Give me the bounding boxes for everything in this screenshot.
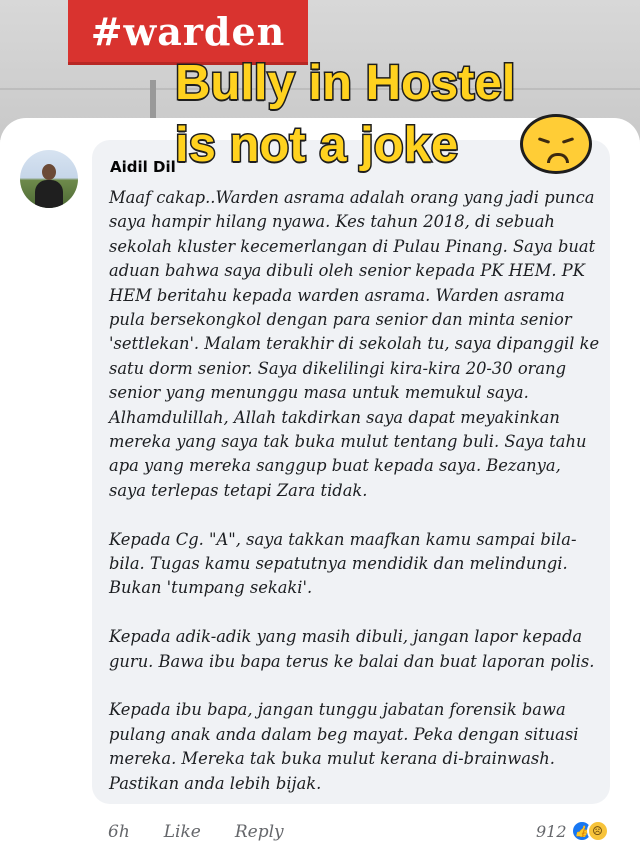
like-button[interactable]: Like <box>164 822 201 842</box>
reaction-count: 912 <box>536 821 567 841</box>
comment-paragraph: Kepada adik-adik yang masih dibuli, jang… <box>109 627 595 671</box>
comment-timestamp: 6h <box>108 822 130 842</box>
emoji-eye-left <box>537 137 551 144</box>
comment-paragraph: Kepada Cg. "A", saya takkan maafkan kamu… <box>109 529 577 598</box>
reaction-summary[interactable]: 912 👍 ☹ <box>536 820 609 842</box>
comment-actions: 6h Like Reply <box>108 822 284 842</box>
avatar-torso <box>35 180 63 208</box>
emoji-mouth <box>547 153 569 163</box>
comment-paragraph: Maaf cakap..Warden asrama adalah orang y… <box>109 188 600 500</box>
avatar[interactable] <box>20 150 78 208</box>
overlay-title-line-1: Bully in Hostel <box>174 55 517 112</box>
comment-text: Maaf cakap..Warden asrama adalah orang y… <box>109 186 601 796</box>
reply-button[interactable]: Reply <box>235 822 284 842</box>
emoji-eye-right <box>561 137 575 144</box>
warden-sign-text: #warden <box>90 8 286 54</box>
avatar-head <box>42 164 56 180</box>
comment-paragraph: Kepada ibu bapa, jangan tunggu jabatan f… <box>109 700 579 793</box>
sad-icon: ☹ <box>586 820 609 842</box>
comment-author[interactable]: Aidil Dil <box>110 158 176 176</box>
sad-face-emoji-icon <box>520 114 592 174</box>
